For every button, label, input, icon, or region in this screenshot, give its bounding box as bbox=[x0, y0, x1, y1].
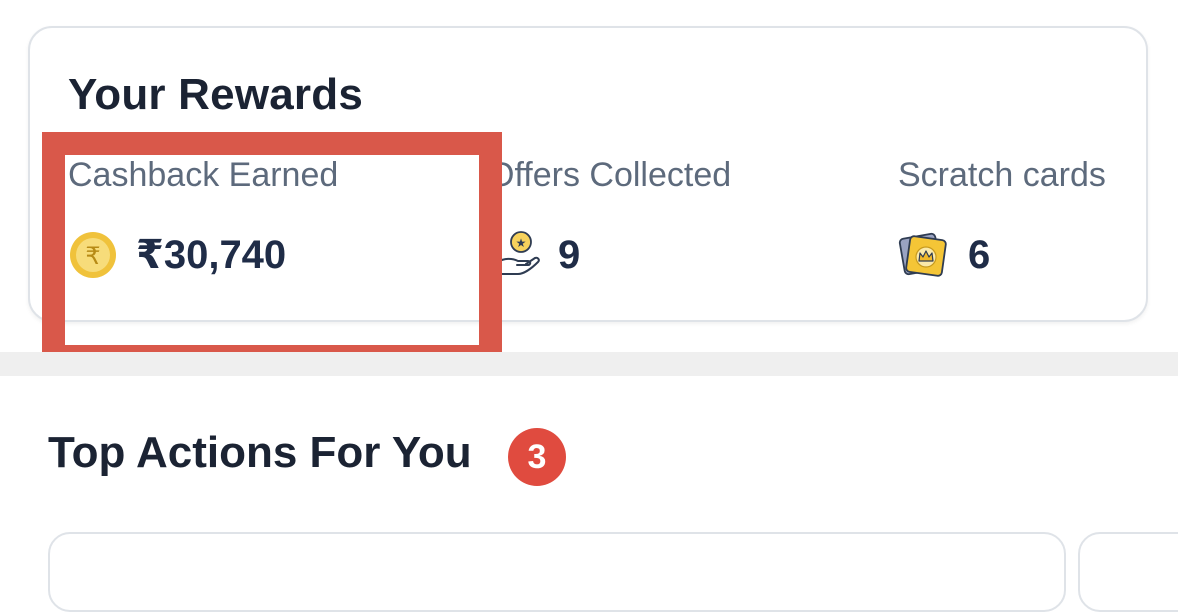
cashback-earned-stat[interactable]: Cashback Earned ₹ ₹30,740 bbox=[68, 156, 339, 278]
scratch-cards-value: 6 bbox=[968, 232, 991, 277]
rewards-title: Your Rewards bbox=[68, 70, 363, 119]
scratch-cards-stat[interactable]: Scratch cards 6 bbox=[898, 156, 1106, 277]
top-action-card[interactable] bbox=[48, 532, 1066, 612]
offer-hand-icon: ★ bbox=[488, 230, 542, 280]
scratch-card-icon bbox=[898, 230, 950, 280]
offers-collected-stat[interactable]: Offers Collected ★ 9 bbox=[488, 156, 732, 277]
svg-text:★: ★ bbox=[516, 236, 527, 250]
top-actions-count-badge: 3 bbox=[508, 428, 566, 486]
top-action-card-next[interactable] bbox=[1078, 532, 1178, 612]
top-actions-title: Top Actions For You bbox=[48, 428, 472, 477]
offers-collected-label: Offers Collected bbox=[488, 156, 732, 194]
svg-text:₹: ₹ bbox=[85, 242, 100, 270]
rupee-coin-icon: ₹ bbox=[68, 230, 118, 280]
scratch-cards-label: Scratch cards bbox=[898, 156, 1106, 194]
section-divider bbox=[0, 352, 1178, 376]
offers-collected-value: 9 bbox=[558, 232, 581, 277]
cashback-earned-label: Cashback Earned bbox=[68, 156, 339, 194]
cashback-earned-value: ₹30,740 bbox=[136, 233, 287, 277]
